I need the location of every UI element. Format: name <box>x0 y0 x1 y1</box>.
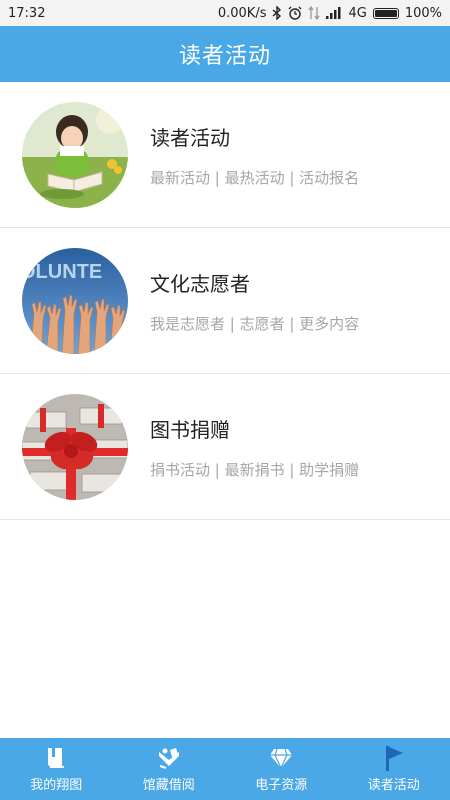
bluetooth-icon <box>272 6 282 20</box>
status-bar: 17:32 0.00K/s 4G 100% <box>0 0 450 26</box>
list-item-reader-activities[interactable]: 读者活动 最新活动 | 最热活动 | 活动报名 <box>0 82 450 228</box>
item-title: 图书捐赠 <box>150 417 230 442</box>
book-donation-image <box>22 393 128 500</box>
item-subtitle: 我是志愿者 | 志愿者 | 更多内容 <box>150 314 360 333</box>
item-title: 读者活动 <box>150 125 230 150</box>
tab-label: 读者活动 <box>367 778 420 793</box>
battery-level: 100% <box>404 5 442 21</box>
volunteer-hands-image: OLUNTE <box>22 247 128 354</box>
network-type: 4G <box>348 5 367 21</box>
tab-label: 电子资源 <box>255 778 308 793</box>
tab-label: 馆藏借阅 <box>142 778 195 793</box>
data-transfer-icon <box>308 6 321 20</box>
list-item-book-donation[interactable]: 图书捐赠 捐书活动 | 最新捐书 | 助学捐赠 <box>0 374 450 520</box>
item-subtitle: 捐书活动 | 最新捐书 | 助学捐赠 <box>150 460 360 479</box>
status-time: 17:32 <box>8 5 46 21</box>
reading-person-icon <box>156 745 182 771</box>
item-title: 文化志愿者 <box>150 271 250 296</box>
tab-my-xiangtu[interactable]: 我的翔图 <box>0 738 113 800</box>
activity-list: 读者活动 最新活动 | 最热活动 | 活动报名 OLUNTE 文化志愿者 我是志… <box>0 82 450 520</box>
list-item-culture-volunteer[interactable]: OLUNTE 文化志愿者 我是志愿者 | 志愿者 | 更多内容 <box>0 228 450 374</box>
book-icon <box>45 745 67 771</box>
alarm-icon <box>288 6 302 20</box>
tab-collection-borrow[interactable]: 馆藏借阅 <box>113 738 226 800</box>
app-bar: 读者活动 <box>0 26 450 82</box>
bottom-tab-bar: 我的翔图 馆藏借阅 电子资源 读者活动 <box>0 738 450 800</box>
item-subtitle: 最新活动 | 最热活动 | 活动报名 <box>150 168 360 187</box>
flag-icon <box>384 745 404 771</box>
status-indicators: 0.00K/s 4G 100% <box>218 6 442 21</box>
network-speed: 0.00K/s <box>217 5 267 21</box>
page-title: 读者活动 <box>178 44 271 69</box>
child-reading-image <box>22 101 128 208</box>
volunteer-banner-text: OLUNTE <box>22 261 102 283</box>
diamond-icon <box>269 745 293 771</box>
tab-reader-activities[interactable]: 读者活动 <box>338 738 450 800</box>
tab-label: 我的翔图 <box>30 778 83 793</box>
tab-e-resources[interactable]: 电子资源 <box>225 738 338 800</box>
battery-icon <box>372 7 399 19</box>
signal-icon <box>326 7 342 19</box>
